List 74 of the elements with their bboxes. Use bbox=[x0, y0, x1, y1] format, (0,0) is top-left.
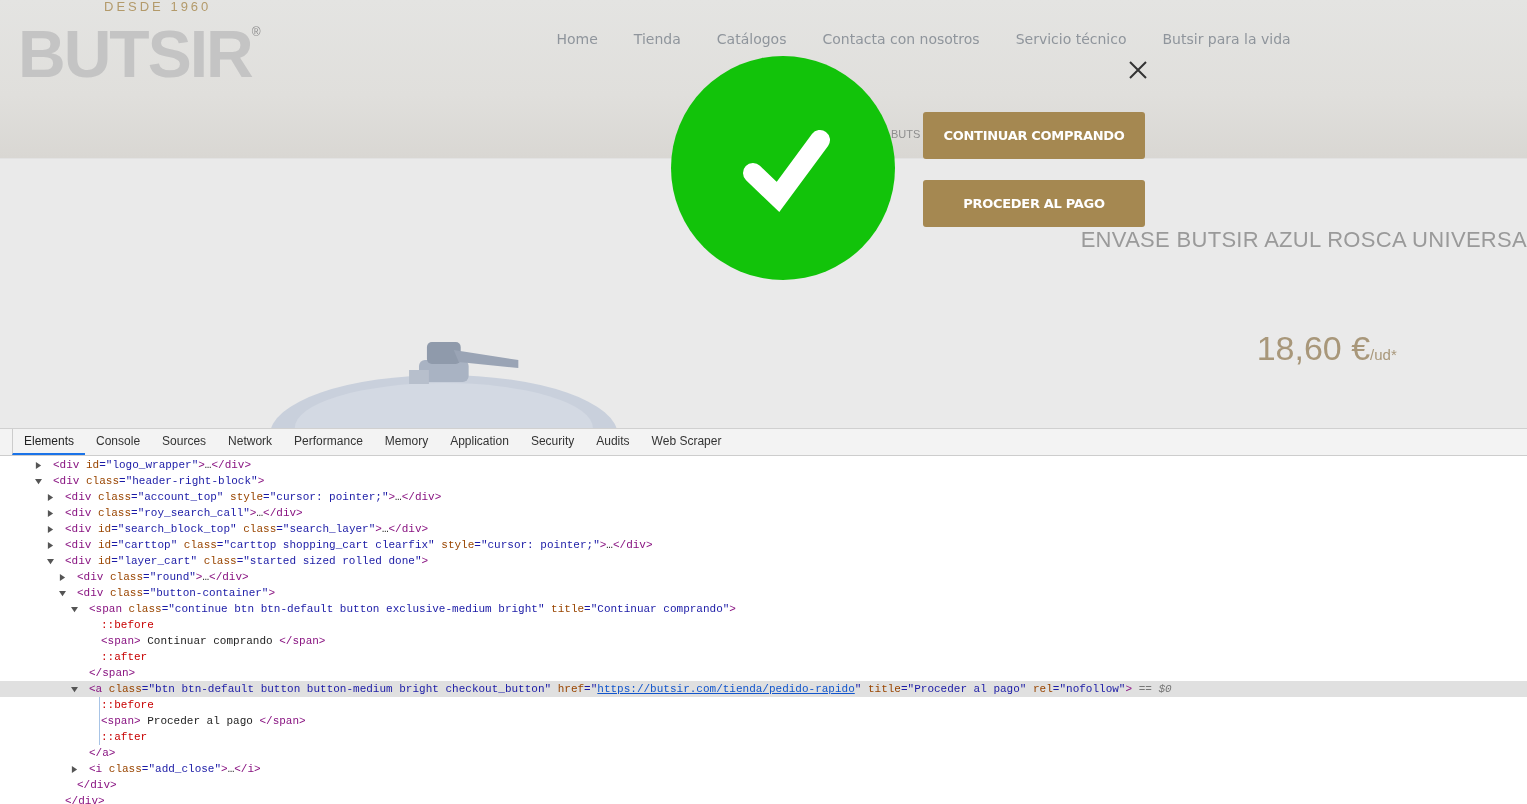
code-line: <span> Continuar comprando </span> bbox=[101, 634, 326, 649]
code-line: ::before bbox=[101, 618, 154, 633]
collapsed-triangle-icon[interactable] bbox=[59, 573, 66, 581]
dom-tree-row[interactable]: <div class="round">…</div> bbox=[0, 569, 1527, 585]
dom-tree-row[interactable]: <span> Proceder al pago </span> bbox=[0, 713, 1527, 729]
registered-mark: ® bbox=[251, 25, 261, 39]
code-line: <i class="add_close">…</i> bbox=[89, 762, 261, 777]
devtools-tab[interactable]: Web Scraper bbox=[640, 429, 733, 455]
close-icon[interactable] bbox=[1129, 61, 1147, 79]
product-title: ENVASE BUTSIR AZUL ROSCA UNIVERSA bbox=[1080, 227, 1527, 253]
collapsed-triangle-icon[interactable] bbox=[71, 765, 78, 773]
breadcrumb-text: BUTS bbox=[891, 128, 921, 140]
devtools-tab[interactable]: Application bbox=[439, 429, 520, 455]
code-line: </div> bbox=[65, 794, 105, 804]
expanded-triangle-icon[interactable] bbox=[47, 557, 54, 565]
code-line: ::after bbox=[101, 650, 148, 665]
devtools-tab[interactable]: Audits bbox=[585, 429, 641, 455]
code-line: <div class="round">…</div> bbox=[77, 570, 249, 585]
devtools-tab[interactable]: Security bbox=[519, 429, 586, 455]
collapsed-triangle-icon[interactable] bbox=[47, 493, 54, 501]
dom-tree-row[interactable]: </a> bbox=[0, 745, 1527, 761]
dom-tree-row[interactable]: <div id="search_block_top" class="search_layer">…</div> bbox=[0, 521, 1527, 537]
code-line: <span> Proceder al pago </span> bbox=[101, 714, 306, 729]
dom-tree-row[interactable]: ::after bbox=[0, 729, 1527, 745]
dom-tree-row[interactable]: <a class="btn btn-default button button-medium bright checkout_button" href="https://butsir.com/tienda/pedido-rapido" title="Proceder al pago" rel="nofollow"> == $0 bbox=[0, 681, 1527, 697]
code-line: <div id="logo_wrapper">…</div> bbox=[53, 458, 252, 473]
code-line: <div class="account_top" style="cursor: pointer;">…</div> bbox=[65, 490, 442, 505]
devtools-tab[interactable]: Performance bbox=[283, 429, 374, 455]
collapsed-triangle-icon[interactable] bbox=[47, 541, 54, 549]
code-line: </a> bbox=[89, 746, 116, 761]
code-line: ::after bbox=[101, 730, 148, 745]
code-line: <div id="search_block_top" class="search_layer">…</div> bbox=[65, 522, 429, 537]
devtools-tab[interactable]: Elements bbox=[12, 429, 86, 455]
collapsed-triangle-icon[interactable] bbox=[35, 461, 42, 469]
dom-tree-row[interactable]: <div class="button-container"> bbox=[0, 585, 1527, 601]
expanded-triangle-icon[interactable] bbox=[35, 477, 42, 485]
dom-tree-row[interactable]: <div id="carttop" class="carttop shopping_cart clearfix" style="cursor: pointer;">…</div> bbox=[0, 537, 1527, 553]
code-line: <div class="button-container"> bbox=[77, 586, 276, 601]
dom-tree-row[interactable]: <span> Continuar comprando </span> bbox=[0, 633, 1527, 649]
dom-tree-row[interactable]: <div class="header-right-block"> bbox=[0, 473, 1527, 489]
code-line: <div class="header-right-block"> bbox=[53, 474, 265, 489]
logo-tagline: DESDE 1960 bbox=[104, 0, 213, 14]
dom-tree-row[interactable]: <span class="continue btn btn-default button exclusive-medium bright" title="Continuar comprando"> bbox=[0, 601, 1527, 617]
code-line: <div id="layer_cart" class="started sized rolled done"> bbox=[65, 554, 429, 569]
dom-tree-row[interactable]: <div class="roy_search_call">…</div> bbox=[0, 505, 1527, 521]
devtools-tab[interactable]: Console bbox=[85, 429, 152, 455]
dom-tree-row[interactable]: <div id="logo_wrapper">…</div> bbox=[0, 457, 1527, 473]
devtools-tab[interactable]: Network bbox=[217, 429, 284, 455]
dom-tree-row[interactable]: </span> bbox=[0, 665, 1527, 681]
devtools-tab[interactable]: Sources bbox=[151, 429, 218, 455]
dom-tree-row[interactable]: <div class="account_top" style="cursor: pointer;">…</div> bbox=[0, 489, 1527, 505]
url-link[interactable]: https://butsir.com/tienda/pedido-rapido bbox=[597, 683, 855, 695]
dom-tree-row[interactable]: <i class="add_close">…</i> bbox=[0, 761, 1527, 777]
dom-tree-row[interactable]: </div> bbox=[0, 793, 1527, 804]
dom-tree-row[interactable]: <div id="layer_cart" class="started sized rolled done"> bbox=[0, 553, 1527, 569]
expanded-triangle-icon[interactable] bbox=[71, 685, 78, 693]
expanded-triangle-icon[interactable] bbox=[71, 605, 78, 613]
code-line: <div id="carttop" class="carttop shopping_cart clearfix" style="cursor: pointer;">…</div> bbox=[65, 538, 653, 553]
dom-tree-row[interactable]: ::after bbox=[0, 649, 1527, 665]
code-line: <span class="continue btn btn-default button exclusive-medium bright" title="Continuar comprando"> bbox=[89, 602, 736, 617]
product-price: 18,60 € bbox=[1256, 329, 1371, 368]
code-line: <a class="btn btn-default button button-medium bright checkout_button" href="https://butsir.com/tienda/pedido-rapido" title="Proceder al pago" rel="nofollow"> == $0 bbox=[89, 682, 1172, 697]
price-unit: /ud* bbox=[1370, 346, 1397, 363]
collapsed-triangle-icon[interactable] bbox=[47, 509, 54, 517]
code-line: </div> bbox=[77, 778, 117, 793]
code-line: </span> bbox=[89, 666, 136, 681]
expanded-triangle-icon[interactable] bbox=[59, 589, 66, 597]
code-line: <div class="roy_search_call">…</div> bbox=[65, 506, 303, 521]
code-line: ::before bbox=[101, 698, 154, 713]
devtools-tab[interactable]: Memory bbox=[373, 429, 440, 455]
dom-tree-row[interactable]: ::before bbox=[0, 697, 1527, 713]
collapsed-triangle-icon[interactable] bbox=[47, 525, 54, 533]
dom-tree-row[interactable]: ::before bbox=[0, 617, 1527, 633]
dom-tree-row[interactable]: </div> bbox=[0, 777, 1527, 793]
